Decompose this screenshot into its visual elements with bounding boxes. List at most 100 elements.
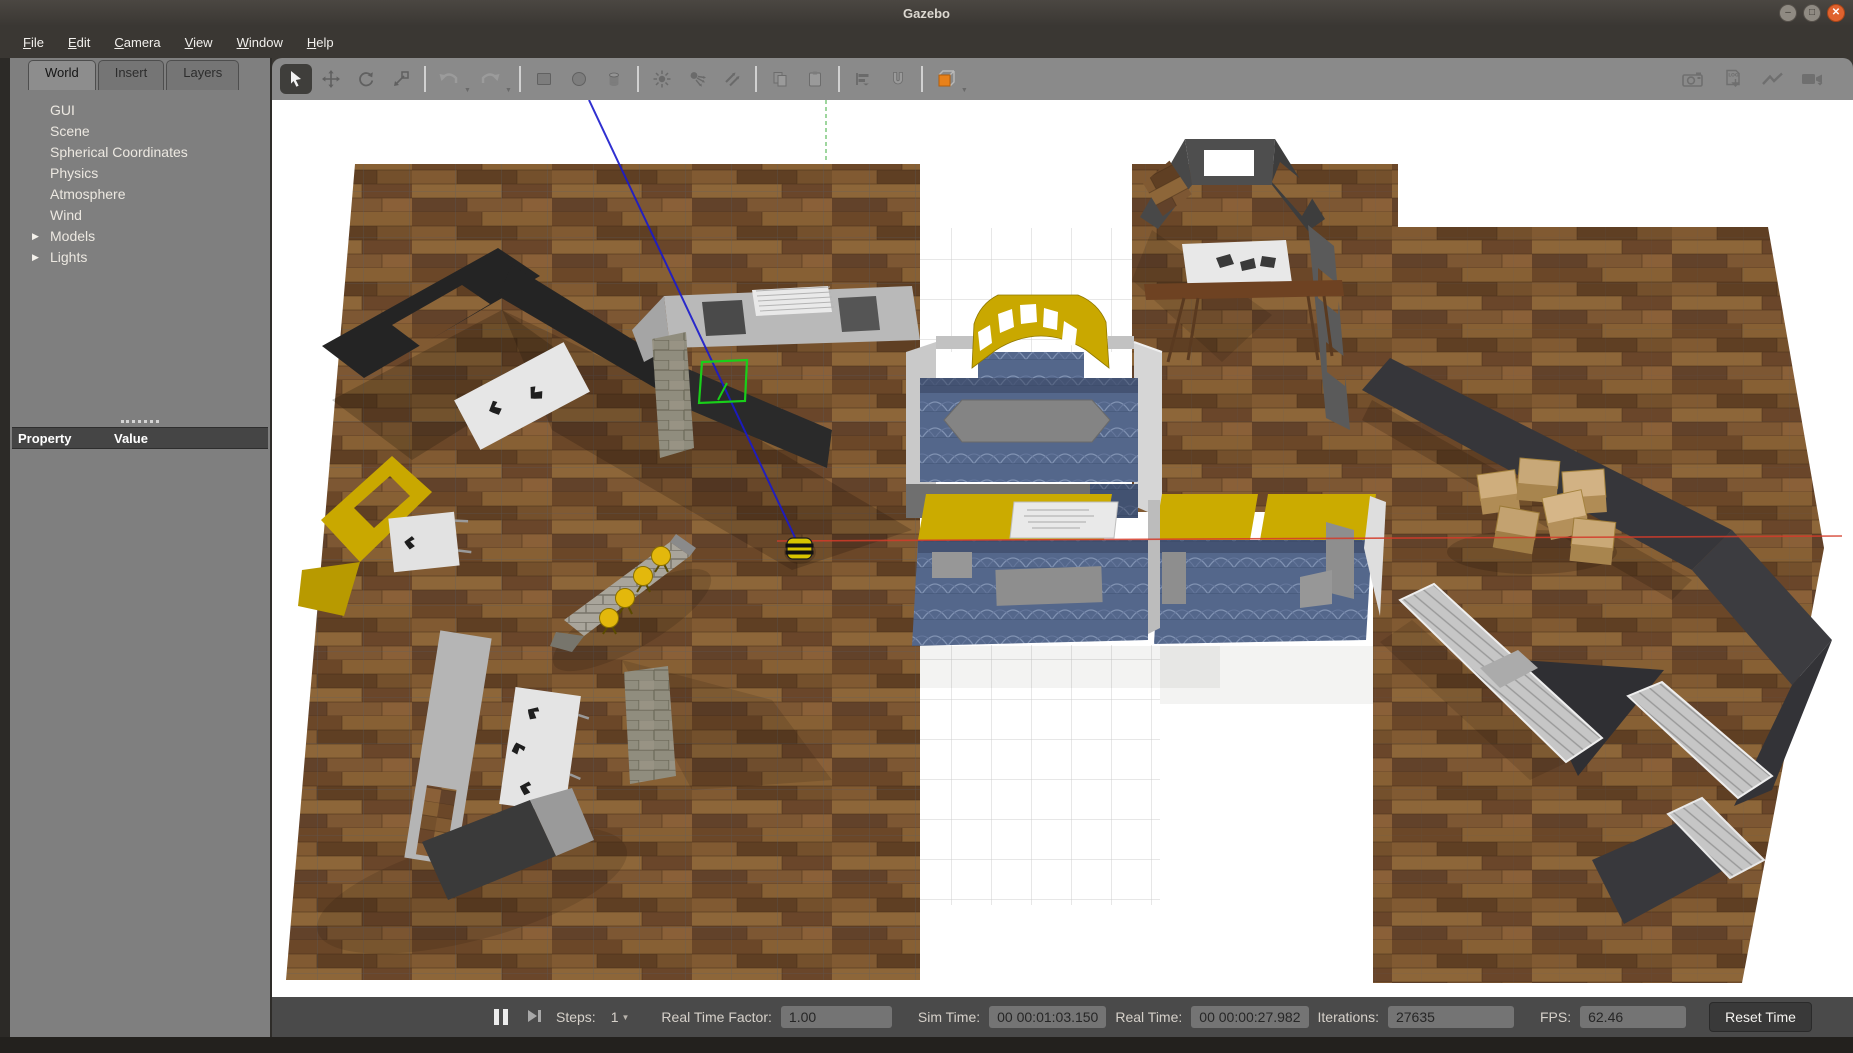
sim-time-label: Sim Time: bbox=[918, 1009, 980, 1025]
tab-insert[interactable]: Insert bbox=[98, 60, 165, 90]
view-angle-button[interactable] bbox=[930, 64, 962, 94]
tree-item-models[interactable]: ▶Models bbox=[10, 226, 270, 247]
menu-bar: File Edit Camera View Window Help bbox=[0, 26, 1853, 58]
point-light-button[interactable] bbox=[646, 64, 678, 94]
tree-item-spherical-coordinates[interactable]: Spherical Coordinates bbox=[10, 142, 270, 163]
screenshot-button[interactable] bbox=[1677, 64, 1709, 94]
property-table-header: Property Value bbox=[12, 427, 268, 449]
menu-window[interactable]: Window bbox=[226, 31, 294, 54]
move-icon bbox=[321, 69, 341, 89]
window-edge bbox=[0, 58, 10, 1037]
minimize-button[interactable]: – bbox=[1779, 4, 1797, 22]
lounge-bench[interactable] bbox=[932, 552, 972, 578]
property-column-header: Property bbox=[12, 431, 114, 446]
menu-edit[interactable]: Edit bbox=[57, 31, 101, 54]
tree-item-wind[interactable]: Wind bbox=[10, 205, 270, 226]
scale-tool-button[interactable] bbox=[385, 64, 417, 94]
reset-time-button[interactable]: Reset Time bbox=[1709, 1002, 1812, 1032]
cylinder-icon bbox=[604, 69, 624, 89]
redo-button[interactable] bbox=[474, 64, 506, 94]
pause-button[interactable] bbox=[490, 1009, 512, 1025]
snap-button[interactable] bbox=[882, 64, 914, 94]
conference-table[interactable] bbox=[944, 400, 1110, 442]
tree-item-label: Lights bbox=[50, 249, 87, 265]
step-button[interactable] bbox=[521, 1007, 547, 1028]
undo-history-caret-icon[interactable]: ▼ bbox=[464, 87, 471, 94]
translate-tool-button[interactable] bbox=[315, 64, 347, 94]
rtf-label: Real Time Factor: bbox=[661, 1009, 771, 1025]
expand-arrow-icon[interactable]: ▶ bbox=[32, 226, 39, 247]
turtlebot-robot[interactable] bbox=[784, 538, 816, 564]
tree-item-lights[interactable]: ▶ Lights bbox=[10, 247, 270, 268]
directional-light-button[interactable] bbox=[716, 64, 748, 94]
lounge-rooms-bottom[interactable] bbox=[912, 494, 1386, 646]
maximize-button[interactable]: □ bbox=[1803, 4, 1821, 22]
point-light-icon bbox=[652, 69, 672, 89]
insert-sphere-button[interactable] bbox=[563, 64, 595, 94]
tab-layers[interactable]: Layers bbox=[166, 60, 239, 90]
spot-light-button[interactable] bbox=[681, 64, 713, 94]
view-angle-caret-icon[interactable]: ▼ bbox=[961, 87, 968, 94]
yellow-wall[interactable] bbox=[1260, 494, 1376, 540]
plot-button[interactable] bbox=[1757, 64, 1789, 94]
toolbar-separator bbox=[637, 66, 639, 92]
floor-island-wood[interactable] bbox=[1132, 164, 1398, 512]
video-record-button[interactable] bbox=[1797, 64, 1829, 94]
tree-item-physics[interactable]: Physics bbox=[10, 163, 270, 184]
menu-file[interactable]: File bbox=[12, 31, 55, 54]
steps-label: Steps: bbox=[556, 1009, 596, 1025]
log-record-button[interactable]: LOG bbox=[1717, 64, 1749, 94]
3d-scene[interactable] bbox=[272, 100, 1853, 997]
undo-icon bbox=[438, 69, 460, 89]
world-tree: GUI Scene Spherical Coordinates Physics … bbox=[10, 100, 270, 268]
expand-arrow-icon[interactable]: ▶ bbox=[32, 247, 39, 268]
copy-button[interactable] bbox=[764, 64, 796, 94]
iterations-label: Iterations: bbox=[1318, 1009, 1379, 1025]
insert-cylinder-button[interactable] bbox=[598, 64, 630, 94]
whiteboard[interactable] bbox=[1010, 502, 1118, 538]
sphere-icon bbox=[569, 69, 589, 89]
iterations-value: 27635 bbox=[1388, 1006, 1514, 1028]
divider-wall[interactable] bbox=[1148, 500, 1160, 634]
paste-button[interactable] bbox=[799, 64, 831, 94]
pause-icon bbox=[503, 1009, 508, 1025]
close-button[interactable]: ✕ bbox=[1827, 4, 1845, 22]
menu-view[interactable]: View bbox=[174, 31, 224, 54]
lounge-bench[interactable] bbox=[1162, 552, 1186, 604]
align-button[interactable] bbox=[847, 64, 879, 94]
menu-camera[interactable]: Camera bbox=[103, 31, 171, 54]
panel-splitter-handle[interactable] bbox=[121, 420, 159, 423]
align-icon bbox=[853, 69, 873, 89]
property-table-body bbox=[10, 449, 270, 1037]
lounge-table[interactable] bbox=[995, 566, 1102, 606]
camera-icon bbox=[1681, 69, 1705, 89]
tree-item-atmosphere[interactable]: Atmosphere bbox=[10, 184, 270, 205]
select-tool-button[interactable] bbox=[280, 64, 312, 94]
fps-value: 62.46 bbox=[1580, 1006, 1686, 1028]
real-time-label: Real Time: bbox=[1115, 1009, 1182, 1025]
view-angle-cube-icon bbox=[934, 68, 958, 90]
dropdown-caret-icon: ▼ bbox=[622, 1013, 630, 1022]
toolbar-separator bbox=[519, 66, 521, 92]
render-toolbar: ▼ ▼ bbox=[272, 58, 1853, 100]
fps-label: FPS: bbox=[1540, 1009, 1571, 1025]
tree-item-gui[interactable]: GUI bbox=[10, 100, 270, 121]
box-icon bbox=[534, 69, 554, 89]
stone-pillar[interactable] bbox=[624, 666, 676, 784]
undo-button[interactable] bbox=[433, 64, 465, 94]
copy-icon bbox=[770, 69, 790, 89]
rotate-tool-button[interactable] bbox=[350, 64, 382, 94]
yellow-wall[interactable] bbox=[1154, 494, 1258, 540]
steps-value: 1 bbox=[611, 1009, 619, 1025]
window-edge-bottom bbox=[0, 1037, 1853, 1053]
tab-world[interactable]: World bbox=[28, 60, 96, 90]
steps-stepper[interactable]: 1▼ bbox=[605, 1008, 636, 1026]
directional-light-icon bbox=[722, 69, 742, 89]
menu-help[interactable]: Help bbox=[296, 31, 345, 54]
sim-time-value: 00 00:01:03.150 bbox=[989, 1006, 1106, 1028]
redo-history-caret-icon[interactable]: ▼ bbox=[505, 87, 512, 94]
viewport-3d[interactable] bbox=[272, 100, 1853, 997]
scale-icon bbox=[391, 69, 411, 89]
insert-box-button[interactable] bbox=[528, 64, 560, 94]
tree-item-scene[interactable]: Scene bbox=[10, 121, 270, 142]
